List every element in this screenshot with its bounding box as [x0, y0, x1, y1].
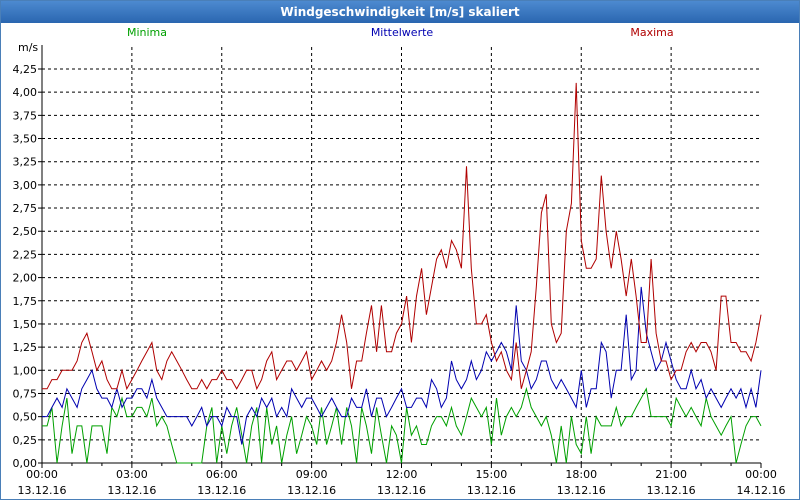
y-tick-label: 3,75: [13, 109, 38, 122]
y-tick-label: 4,25: [13, 63, 38, 76]
y-tick-label: 0,50: [13, 411, 38, 424]
y-tick-label: 2,25: [13, 248, 38, 261]
legend-minima: Minima: [127, 26, 167, 39]
x-tick-time-label: 21:00: [655, 468, 687, 481]
y-tick-label: 0,25: [13, 434, 38, 447]
y-tick-label: 2,50: [13, 225, 38, 238]
y-tick-label: 2,75: [13, 202, 38, 215]
y-tick-label: 3,00: [13, 179, 38, 192]
y-tick-label: 0,75: [13, 387, 38, 400]
x-tick-date-label: 13.12.16: [107, 484, 156, 497]
chart-window: Windgeschwindigkeit [m/s] skaliert m/s M…: [0, 0, 800, 500]
x-tick-date-label: 13.12.16: [197, 484, 246, 497]
x-tick-date-label: 13.12.16: [557, 484, 606, 497]
window-title: Windgeschwindigkeit [m/s] skaliert: [1, 1, 799, 23]
y-tick-label: 1,25: [13, 341, 38, 354]
y-tick-label: 2,00: [13, 272, 38, 285]
x-tick-time-label: 00:00: [745, 468, 777, 481]
legend-mittelwerte: Mittelwerte: [371, 26, 434, 39]
wind-speed-chart: m/s Minima Mittelwerte Maxima 0,000,250,…: [13, 26, 786, 497]
y-tick-label: 1,50: [13, 318, 38, 331]
x-tick-date-label: 13.12.16: [18, 484, 67, 497]
x-tick-time-label: 09:00: [296, 468, 328, 481]
y-tick-label: 1,75: [13, 295, 38, 308]
legend-maxima: Maxima: [630, 26, 673, 39]
x-tick-date-label: 14.12.16: [737, 484, 786, 497]
x-tick-time-label: 00:00: [26, 468, 58, 481]
y-tick-label: 3,25: [13, 156, 38, 169]
y-axis-unit-label: m/s: [18, 41, 38, 54]
y-tick-label: 1,00: [13, 364, 38, 377]
x-tick-date-label: 13.12.16: [647, 484, 696, 497]
x-tick-date-label: 13.12.16: [287, 484, 336, 497]
x-tick-time-label: 12:00: [386, 468, 418, 481]
x-tick-time-label: 18:00: [565, 468, 597, 481]
x-tick-date-label: 13.12.16: [467, 484, 516, 497]
x-tick-time-label: 06:00: [206, 468, 238, 481]
x-tick-date-label: 13.12.16: [377, 484, 426, 497]
x-tick-time-label: 03:00: [116, 468, 148, 481]
y-tick-label: 3,50: [13, 133, 38, 146]
y-tick-label: 4,00: [13, 86, 38, 99]
x-tick-time-label: 15:00: [476, 468, 508, 481]
